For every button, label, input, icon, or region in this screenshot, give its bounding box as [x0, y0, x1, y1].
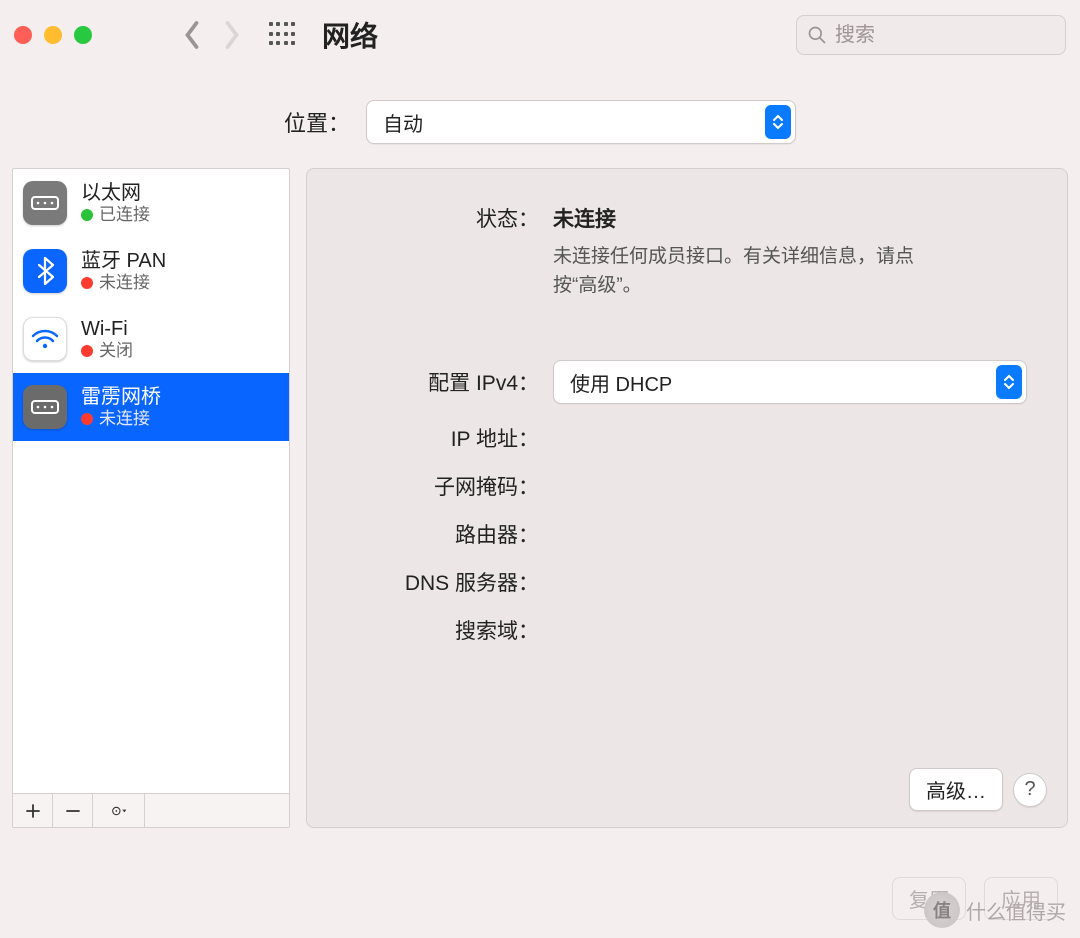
- ipv4-value: 使用 DHCP: [570, 368, 672, 397]
- location-label: 位置：: [284, 106, 350, 138]
- location-value: 自动: [383, 108, 423, 137]
- bluetooth-icon: [23, 249, 67, 293]
- window-controls: [14, 26, 92, 44]
- action-menu-button[interactable]: [93, 794, 145, 827]
- service-status: 关闭: [99, 341, 133, 361]
- thunderbolt-bridge-icon: [23, 385, 67, 429]
- service-item-ethernet[interactable]: 以太网 已连接: [13, 169, 289, 237]
- service-sidebar: 以太网 已连接 蓝牙 PAN 未连接 Wi-Fi 关: [12, 168, 290, 828]
- service-item-bluetooth-pan[interactable]: 蓝牙 PAN 未连接: [13, 237, 289, 305]
- service-item-thunderbolt-bridge[interactable]: 雷雳网桥 未连接: [13, 373, 289, 441]
- service-name: 蓝牙 PAN: [81, 249, 166, 273]
- ethernet-icon: [23, 181, 67, 225]
- pane-title: 网络: [322, 15, 378, 55]
- watermark-text: 什么值得买: [966, 896, 1066, 925]
- watermark: 值 什么值得买: [924, 892, 1066, 928]
- status-dot-icon: [81, 277, 93, 289]
- forward-button[interactable]: [212, 15, 252, 55]
- chevron-left-icon: [182, 20, 202, 50]
- search-domain-row: 搜索域：: [323, 606, 1027, 654]
- close-window-button[interactable]: [14, 26, 32, 44]
- subnet-mask-row: 子网掩码：: [323, 462, 1027, 510]
- dns-server-label: DNS 服务器：: [323, 567, 553, 597]
- show-all-prefs-button[interactable]: [262, 15, 302, 55]
- watermark-badge: 值: [924, 892, 960, 928]
- status-label: 状态：: [323, 197, 553, 233]
- subnet-mask-label: 子网掩码：: [323, 471, 553, 501]
- search-domain-label: 搜索域：: [323, 615, 553, 645]
- advanced-button[interactable]: 高级…: [909, 768, 1003, 811]
- service-status: 未连接: [99, 409, 150, 429]
- gear-menu-icon: [111, 803, 127, 819]
- service-name: 以太网: [81, 181, 150, 205]
- ipv4-select[interactable]: 使用 DHCP: [553, 360, 1027, 404]
- status-dot-icon: [81, 209, 93, 221]
- location-row: 位置： 自动: [0, 100, 1080, 144]
- search-field[interactable]: [796, 15, 1066, 55]
- service-name: 雷雳网桥: [81, 385, 161, 409]
- grid-icon: [269, 22, 295, 48]
- select-stepper-icon: [996, 365, 1022, 399]
- service-item-wifi[interactable]: Wi-Fi 关闭: [13, 305, 289, 373]
- back-button[interactable]: [172, 15, 212, 55]
- minus-icon: [65, 803, 81, 819]
- status-dot-icon: [81, 345, 93, 357]
- titlebar: 网络: [0, 0, 1080, 70]
- select-stepper-icon: [765, 105, 791, 139]
- dns-server-row: DNS 服务器：: [323, 558, 1027, 606]
- plus-icon: [25, 803, 41, 819]
- status-row: 状态： 未连接 未连接任何成员接口。有关详细信息，请点按“高级”。: [323, 197, 1027, 300]
- add-service-button[interactable]: [13, 794, 53, 827]
- sidebar-footer: [13, 793, 289, 827]
- ip-address-label: IP 地址：: [323, 423, 553, 453]
- configure-ipv4-row: 配置 IPv4： 使用 DHCP: [323, 360, 1027, 404]
- help-button[interactable]: ?: [1013, 773, 1047, 807]
- zoom-window-button[interactable]: [74, 26, 92, 44]
- minimize-window-button[interactable]: [44, 26, 62, 44]
- wifi-icon: [23, 317, 67, 361]
- service-status: 已连接: [99, 205, 150, 225]
- status-dot-icon: [81, 413, 93, 425]
- search-input[interactable]: [833, 23, 1080, 48]
- service-status: 未连接: [99, 273, 150, 293]
- router-row: 路由器：: [323, 510, 1027, 558]
- detail-panel: 状态： 未连接 未连接任何成员接口。有关详细信息，请点按“高级”。 配置 IPv…: [306, 168, 1068, 828]
- chevron-right-icon: [222, 20, 242, 50]
- service-list: 以太网 已连接 蓝牙 PAN 未连接 Wi-Fi 关: [13, 169, 289, 793]
- status-description: 未连接任何成员接口。有关详细信息，请点按“高级”。: [553, 243, 943, 300]
- service-name: Wi-Fi: [81, 317, 133, 341]
- remove-service-button[interactable]: [53, 794, 93, 827]
- status-value: 未连接: [553, 203, 1027, 233]
- ipv4-label: 配置 IPv4：: [323, 367, 553, 397]
- router-label: 路由器：: [323, 519, 553, 549]
- ip-address-row: IP 地址：: [323, 414, 1027, 462]
- search-icon: [807, 25, 827, 45]
- location-select[interactable]: 自动: [366, 100, 796, 144]
